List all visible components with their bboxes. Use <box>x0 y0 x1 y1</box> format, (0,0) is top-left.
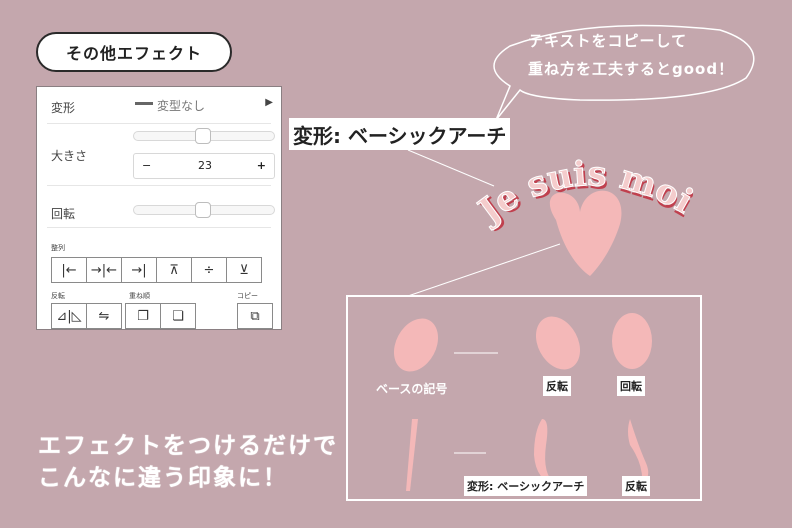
arch-tag: 変形: ベーシックアーチ <box>464 476 588 496</box>
base-shape-label: ベースの記号 <box>376 382 448 396</box>
caption-line-2: こんなに違う印象に！ <box>38 465 288 491</box>
flip-tag-top: 反転 <box>543 376 571 396</box>
rotate-tag: 回転 <box>617 376 645 396</box>
base-oval-shape <box>393 318 439 372</box>
caption-line-1: エフェクトをつけるだけで <box>38 433 338 459</box>
comparison-shapes <box>393 313 652 491</box>
flip-tag-bottom: 反転 <box>622 476 650 496</box>
arch-text-graphic: Je suis moi Je suis moi <box>470 154 700 276</box>
flipped-oval-shape <box>535 316 581 370</box>
rotated-oval-shape <box>612 313 652 369</box>
heart-shape <box>549 190 622 276</box>
base-stroke-shape <box>406 419 418 491</box>
